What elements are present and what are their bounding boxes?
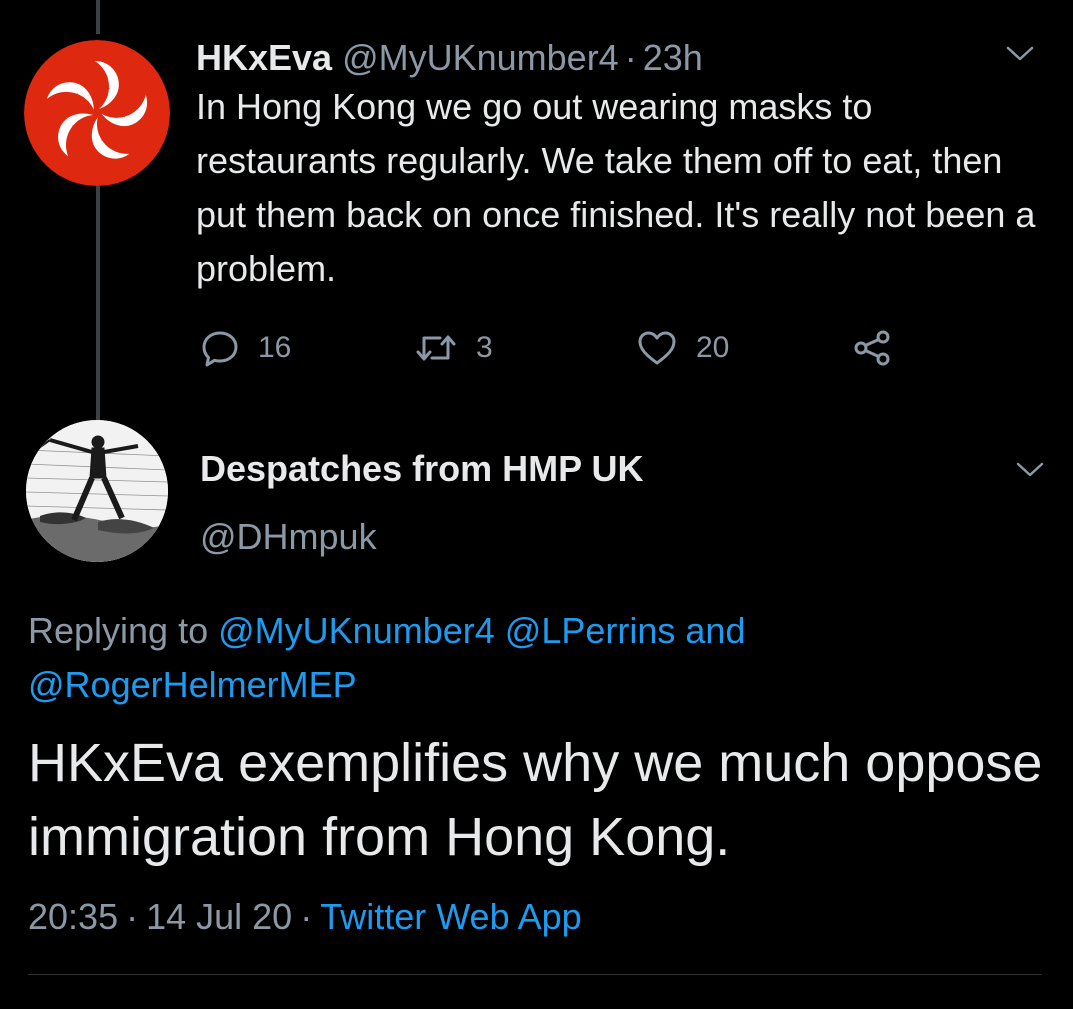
separator-dot: ·: [300, 896, 313, 937]
retweet-count: 3: [476, 331, 493, 364]
share-button[interactable]: [852, 322, 892, 374]
separator-dot: ·: [624, 37, 637, 78]
tweet-header: HKxEva @MyUKnumber4 · 23h: [196, 36, 703, 80]
tweet-text: In Hong Kong we go out wearing masks to …: [196, 86, 1036, 289]
thread-connector-line: [96, 186, 100, 426]
avatar[interactable]: [24, 40, 170, 186]
tweet-thread: HKxEva @MyUKnumber4 · 23h In Hong Kong w…: [0, 0, 1073, 1009]
reply-count: 16: [258, 331, 292, 364]
hong-kong-flag-icon: [24, 40, 170, 186]
tweet-text: HKxEva exemplifies why we much oppose im…: [28, 733, 1043, 867]
mention-link[interactable]: @RogerHelmerMEP: [28, 664, 357, 705]
tweet-actions: 16 3 20: [196, 322, 916, 374]
reply-button[interactable]: 16: [200, 322, 291, 374]
chevron-down-icon[interactable]: [1016, 462, 1044, 478]
heart-icon: [638, 331, 676, 365]
thread-connector-line: [96, 0, 100, 34]
mention-link[interactable]: @MyUKnumber4: [218, 610, 495, 651]
tweet-date: 14 Jul 20: [146, 896, 293, 937]
reply-icon: [202, 331, 238, 367]
avatar[interactable]: [26, 420, 168, 562]
retweet-icon: [416, 335, 456, 361]
replying-to-label: Replying to: [28, 610, 209, 651]
source-app-link[interactable]: Twitter Web App: [320, 896, 581, 938]
author-name[interactable]: HKxEva: [196, 37, 332, 79]
author-handle[interactable]: @MyUKnumber4: [342, 37, 619, 79]
share-icon: [854, 330, 890, 366]
author-name[interactable]: Despatches from HMP UK: [200, 448, 643, 490]
tweet-timestamp[interactable]: 23h: [643, 37, 703, 79]
mention-and-word[interactable]: and: [685, 610, 745, 651]
mention-link[interactable]: @LPerrins: [505, 610, 676, 651]
tweet-time: 20:35: [28, 896, 119, 937]
tweet-metadata: 20:35 · 14 Jul 20 · Twitter Web App: [28, 894, 582, 940]
author-handle[interactable]: @DHmpuk: [200, 516, 377, 558]
retweet-button[interactable]: 3: [414, 322, 493, 374]
engraving-figure-icon: [26, 420, 168, 562]
divider: [28, 974, 1042, 975]
like-button[interactable]: 20: [636, 322, 729, 374]
like-count: 20: [696, 331, 730, 364]
chevron-down-icon[interactable]: [1006, 46, 1034, 62]
separator-dot: ·: [126, 896, 139, 937]
replying-to: Replying to @MyUKnumber4 @LPerrins and @…: [28, 604, 1028, 712]
